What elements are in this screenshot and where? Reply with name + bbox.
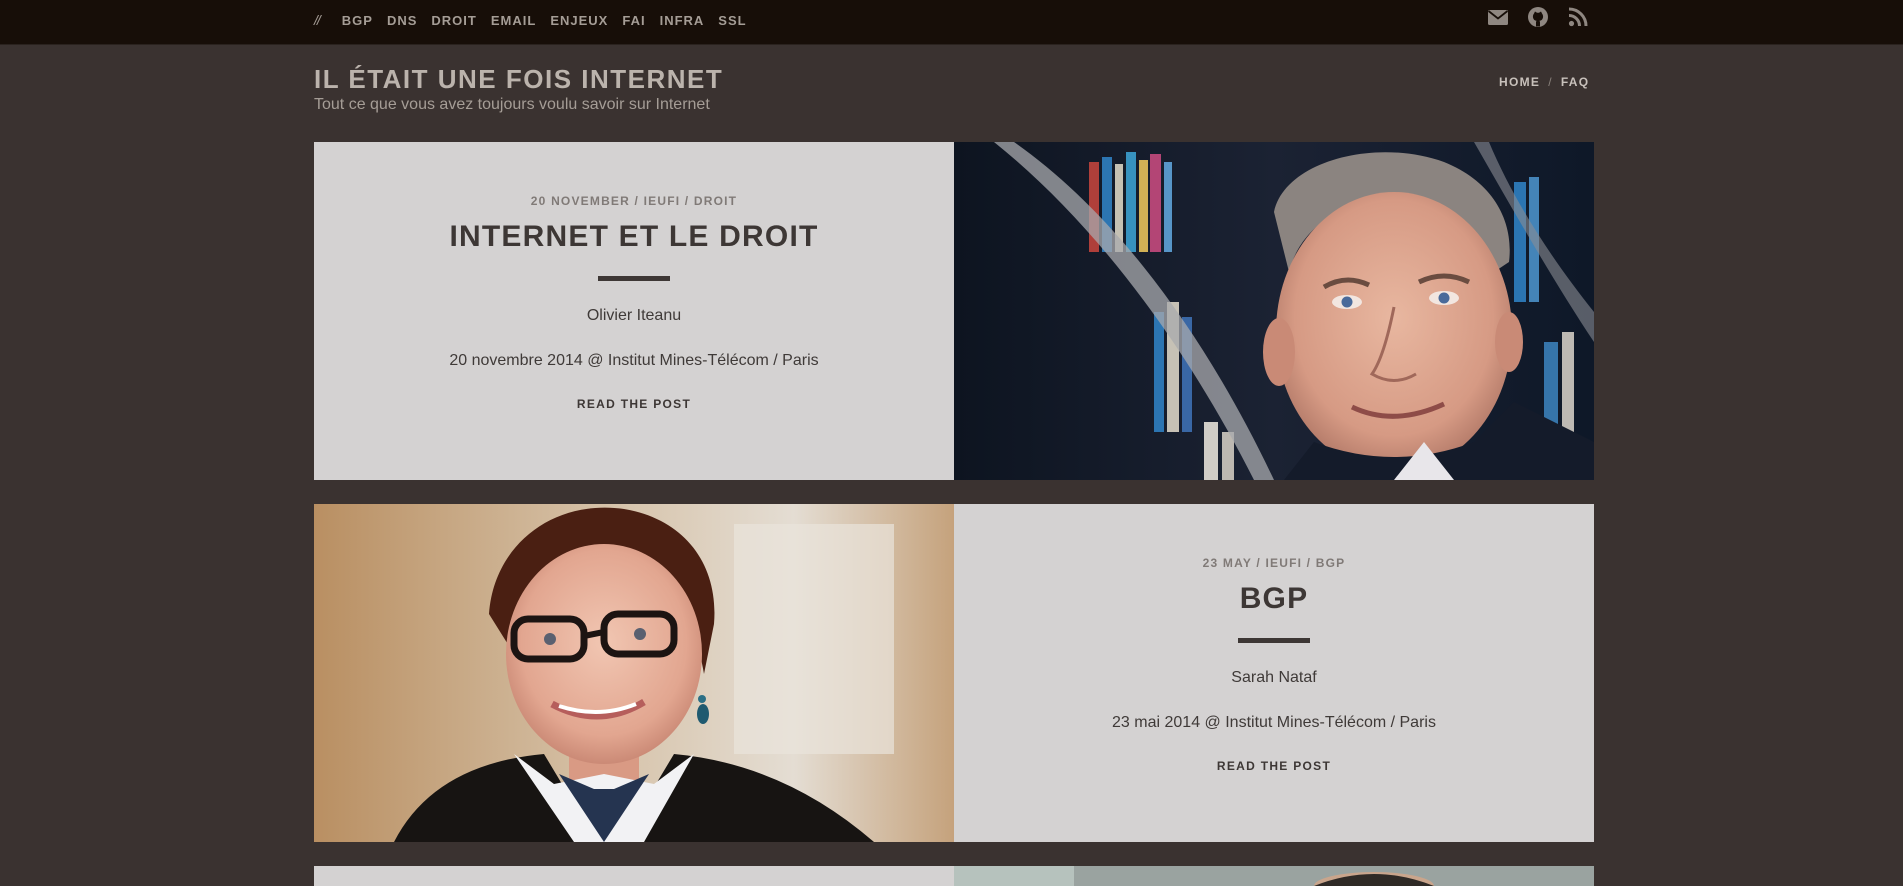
portrait-photo (954, 866, 1594, 886)
post-author: Sarah Nataf (1231, 669, 1317, 686)
title-divider (598, 276, 670, 281)
post-card: 20 NOVEMBER / IEUFI / DROIT INTERNET ET … (314, 142, 1594, 480)
nav-item-email[interactable]: EMAIL (491, 13, 536, 28)
read-post-link[interactable]: READ THE POST (577, 397, 691, 411)
post-author: Olivier Iteanu (586, 307, 682, 324)
post-meta: 23 MAY / IEUFI / BGP (1202, 556, 1346, 570)
nav-item-droit[interactable]: DROIT (431, 13, 476, 28)
post-title[interactable]: BGP (1240, 582, 1309, 616)
breadcrumb: HOME / FAQ (1499, 75, 1589, 89)
post-text-panel: 23 MAY / IEUFI / BGP BGP Sarah Nataf 23 … (954, 504, 1594, 842)
post-card: 23 MAY / IEUFI / BGP BGP Sarah Nataf 23 … (314, 504, 1594, 842)
rss-icon[interactable] (1567, 6, 1589, 28)
read-post-link[interactable]: READ THE POST (1217, 759, 1331, 773)
envelope-icon[interactable] (1487, 6, 1509, 28)
top-bar: // BGP DNS DROIT EMAIL ENJEUX FAI INFRA … (0, 0, 1903, 45)
nav-item-dns[interactable]: DNS (387, 13, 417, 28)
social-icons (1487, 6, 1589, 28)
title-divider (1238, 638, 1310, 643)
breadcrumb-faq-link[interactable]: FAQ (1561, 75, 1590, 89)
site-subtitle: Tout ce que vous avez toujours voulu sav… (314, 96, 710, 113)
breadcrumb-separator: / (1548, 75, 1553, 89)
nav-item-enjeux[interactable]: ENJEUX (550, 13, 608, 28)
portrait-photo (954, 142, 1594, 480)
portrait-photo (314, 504, 954, 842)
nav-item-ssl[interactable]: SSL (718, 13, 746, 28)
post-event: 23 mai 2014 @ Institut Mines-Télécom / P… (1112, 714, 1436, 731)
nav-item-infra[interactable]: INFRA (660, 13, 705, 28)
nav-item-fai[interactable]: FAI (622, 13, 645, 28)
breadcrumb-home-link[interactable]: HOME (1499, 75, 1540, 89)
post-photo[interactable] (954, 866, 1594, 886)
nav-item-bgp[interactable]: BGP (342, 13, 373, 28)
post-card (314, 866, 1594, 886)
post-event: 20 novembre 2014 @ Institut Mines-Téléco… (449, 352, 819, 369)
github-icon[interactable] (1527, 6, 1549, 28)
post-meta: 20 NOVEMBER / IEUFI / DROIT (530, 194, 738, 208)
post-photo[interactable] (314, 504, 954, 842)
nav-slashes: // (314, 12, 321, 28)
category-nav: // BGP DNS DROIT EMAIL ENJEUX FAI INFRA … (314, 0, 761, 40)
post-text-panel: 20 NOVEMBER / IEUFI / DROIT INTERNET ET … (314, 142, 954, 480)
post-title[interactable]: INTERNET ET LE DROIT (450, 220, 819, 254)
post-text-panel (314, 866, 954, 886)
post-photo[interactable] (954, 142, 1594, 480)
site-title[interactable]: IL ÉTAIT UNE FOIS INTERNET (314, 64, 723, 95)
